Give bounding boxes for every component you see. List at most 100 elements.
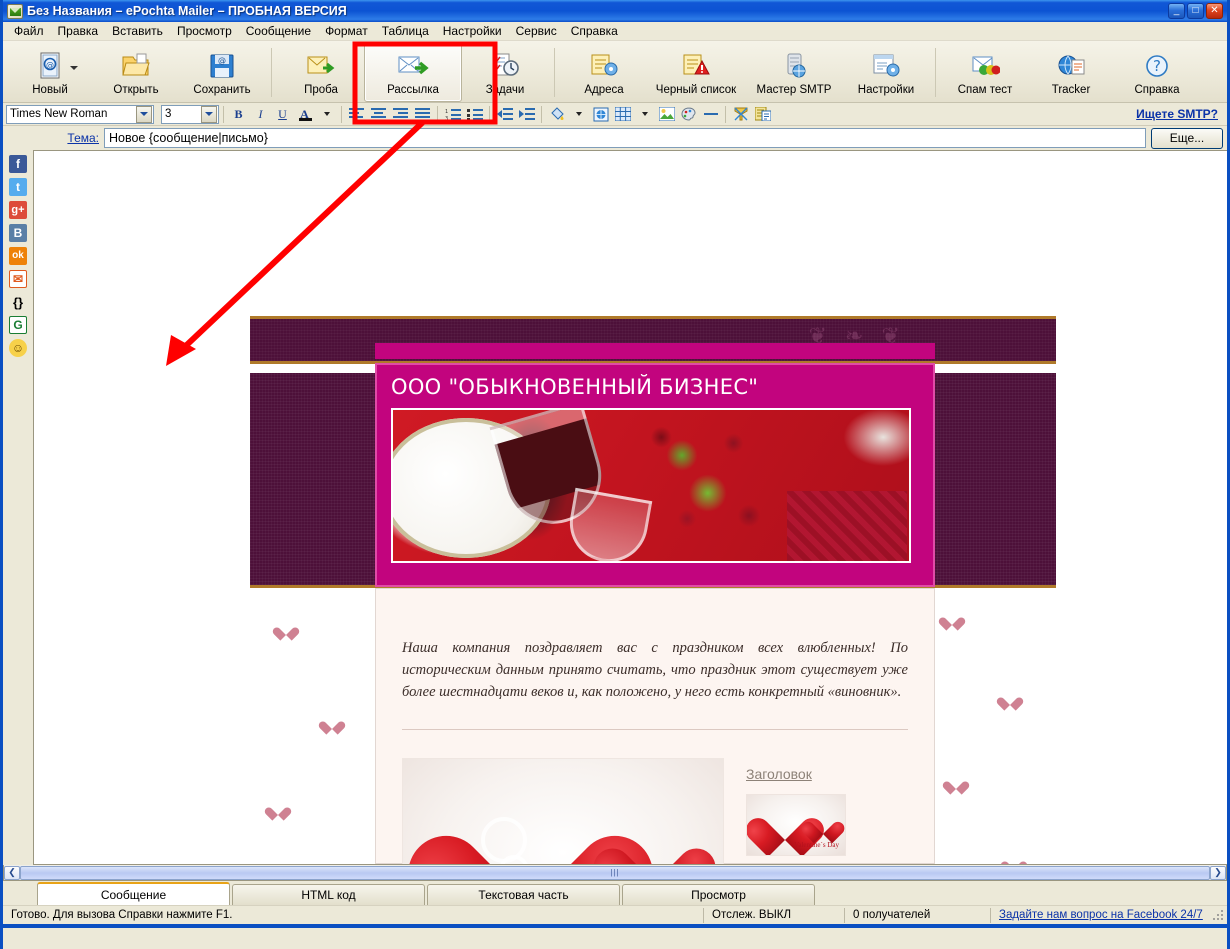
smtp-server-icon	[780, 50, 808, 82]
menu-item-format[interactable]: Формат	[318, 22, 375, 40]
menu-item-file[interactable]: Файл	[7, 22, 51, 40]
toolbar-button-test[interactable]: Проба	[278, 43, 364, 102]
scroll-right-arrow[interactable]: ❯	[1210, 865, 1226, 880]
chevron-down-icon[interactable]	[70, 66, 78, 70]
tab-message[interactable]: Сообщение	[37, 882, 230, 905]
scroll-left-arrow[interactable]: ❮	[4, 865, 20, 880]
menu-item-insert[interactable]: Вставить	[105, 22, 170, 40]
horizontal-scrollbar[interactable]: ❮ ||| ❯	[3, 865, 1227, 881]
facebook-support-link[interactable]: Задайте нам вопрос на Facebook 24/7	[999, 909, 1203, 921]
tab-preview[interactable]: Просмотр	[622, 884, 815, 905]
subject-input[interactable]: Новое {сообщение|письмо}	[104, 128, 1146, 148]
email-two-column: Valentine`s Day Заголовок Valentine`s Da…	[402, 758, 908, 864]
menu-item-message[interactable]: Сообщение	[239, 22, 318, 40]
send-mail-icon	[397, 50, 429, 82]
test-send-icon	[306, 50, 336, 82]
menu-item-service[interactable]: Сервис	[509, 22, 564, 40]
fill-color-dropdown[interactable]	[568, 104, 589, 124]
italic-button[interactable]: I	[250, 104, 271, 124]
fill-color-button[interactable]	[546, 104, 567, 124]
close-icon: ✕	[1210, 5, 1219, 16]
smtp-search-link[interactable]: Ищете SMTP?	[1136, 107, 1218, 121]
email-hero-box: ООО "ОБЫКНОВЕННЫЙ БИЗНЕС"	[375, 363, 935, 587]
toolbar-button-settings[interactable]: Настройки	[843, 43, 929, 102]
paste-special-button[interactable]	[752, 104, 773, 124]
status-tracking: Отслеж. ВЫКЛ	[712, 909, 791, 921]
floppy-save-icon: @	[208, 50, 236, 82]
toolbar-button-save[interactable]: @ Сохранить	[179, 43, 265, 102]
resize-grip[interactable]	[1211, 908, 1225, 922]
menu-item-edit[interactable]: Правка	[51, 22, 106, 40]
maximize-button[interactable]: □	[1187, 3, 1204, 19]
insert-table-dropdown[interactable]	[634, 104, 655, 124]
application-window: Без Названия – ePochta Mailer – ПРОБНАЯ …	[0, 0, 1230, 949]
content-divider	[402, 729, 908, 731]
insert-link-button[interactable]	[590, 104, 611, 124]
scrollbar-track[interactable]: |||	[20, 865, 1210, 880]
email-icon[interactable]: ✉	[9, 270, 27, 288]
toolbar-button-new[interactable]: @ Новый	[7, 43, 93, 102]
outdent-button[interactable]	[494, 104, 515, 124]
minimize-button[interactable]: _	[1168, 3, 1185, 19]
scrollbar-thumb[interactable]: |||	[20, 865, 1210, 880]
close-button[interactable]: ✕	[1206, 3, 1223, 19]
chevron-down-icon[interactable]	[201, 105, 217, 123]
font-color-button[interactable]: A	[294, 104, 315, 124]
palette-icon	[681, 107, 696, 121]
tab-html[interactable]: HTML код	[232, 884, 425, 905]
side-link-heading-1[interactable]: Заголовок	[746, 766, 886, 782]
toolbar-button-tracker[interactable]: Tracker	[1028, 43, 1114, 102]
insert-image-button[interactable]	[656, 104, 677, 124]
toolbar-button-help[interactable]: ? Справка	[1114, 43, 1200, 102]
font-size-select[interactable]: 3	[161, 104, 219, 124]
gmail-g-icon[interactable]: G	[9, 316, 27, 334]
align-right-button[interactable]	[390, 104, 411, 124]
underline-button[interactable]: U	[272, 104, 293, 124]
numbered-list-button[interactable]: 13	[442, 104, 463, 124]
palette-button[interactable]	[678, 104, 699, 124]
toolbar-button-mailing[interactable]: Рассылка	[364, 43, 462, 102]
align-center-button[interactable]	[368, 104, 389, 124]
menu-item-view[interactable]: Просмотр	[170, 22, 239, 40]
html-editor-canvas[interactable]: ❦ ❧ ❦ ООО "ОБЫКНОВЕННЫЙ БИЗНЕС" Наша ком…	[33, 150, 1227, 865]
font-family-select[interactable]: Times New Roman	[6, 104, 154, 124]
align-left-button[interactable]	[346, 104, 367, 124]
twitter-icon[interactable]: t	[9, 178, 27, 196]
subject-label[interactable]: Тема:	[3, 131, 99, 145]
toolbar-label-tracker: Tracker	[1051, 84, 1091, 96]
svg-text:?: ?	[1153, 57, 1161, 75]
googleplus-icon[interactable]: g+	[9, 201, 27, 219]
align-center-icon	[371, 108, 386, 118]
toolbar-button-spam-test[interactable]: Спам тест	[942, 43, 1028, 102]
bold-button[interactable]: B	[228, 104, 249, 124]
valentines-caption: Valentine`s Day	[794, 841, 839, 850]
toolbar-button-addresses[interactable]: Адреса	[561, 43, 647, 102]
odnoklassniki-icon[interactable]: ok	[9, 247, 27, 265]
toolbar-button-open[interactable]: Открыть	[93, 43, 179, 102]
more-button[interactable]: Еще...	[1151, 127, 1223, 149]
chevron-down-icon[interactable]	[136, 105, 152, 123]
bulleted-list-button[interactable]	[464, 104, 485, 124]
tab-text[interactable]: Текстовая часть	[427, 884, 620, 905]
menu-item-settings[interactable]: Настройки	[436, 22, 509, 40]
horizontal-rule-button[interactable]	[700, 104, 721, 124]
toolbar-label-tasks: Задачи	[485, 84, 525, 96]
toolbar-label-open: Открыть	[113, 84, 159, 96]
toolbar-button-tasks[interactable]: Задачи	[462, 43, 548, 102]
toolbar-button-blacklist[interactable]: Черный список	[647, 43, 745, 102]
font-color-dropdown[interactable]	[316, 104, 337, 124]
insert-table-button[interactable]	[612, 104, 633, 124]
menu-item-help[interactable]: Справка	[564, 22, 625, 40]
facebook-icon[interactable]: f	[9, 155, 27, 173]
toolbar-button-smtp-wizard[interactable]: Мастер SMTP	[745, 43, 843, 102]
heart-shape	[270, 802, 286, 816]
email-intro-paragraph: Наша компания поздравляет вас с праздник…	[402, 640, 908, 701]
align-justify-button[interactable]	[412, 104, 433, 124]
indent-button[interactable]	[516, 104, 537, 124]
clear-format-button[interactable]	[730, 104, 751, 124]
code-braces-icon[interactable]: {}	[9, 293, 27, 311]
smiley-icon[interactable]: ☺	[9, 339, 27, 357]
toolbar-label-mailing: Рассылка	[387, 84, 439, 96]
vkontakte-icon[interactable]: B	[9, 224, 27, 242]
menu-item-table[interactable]: Таблица	[375, 22, 436, 40]
